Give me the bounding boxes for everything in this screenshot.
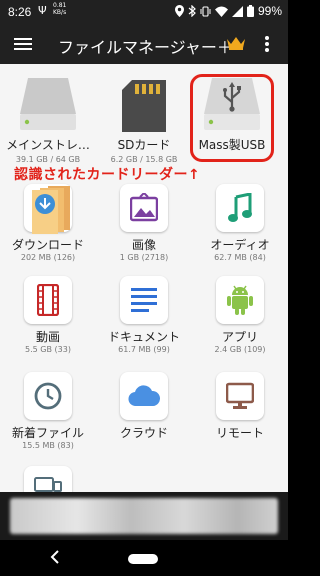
audio-tile bbox=[216, 184, 264, 232]
category-size: 5.5 GB (33) bbox=[25, 345, 71, 354]
cloud-icon bbox=[128, 385, 160, 407]
app-title: ファイルマネージャー＋ bbox=[58, 38, 233, 57]
signal-icon bbox=[231, 5, 243, 17]
drive-usage: 39.1 GB / 64 GB bbox=[15, 155, 81, 164]
sd-card-icon bbox=[122, 80, 166, 132]
download-tile bbox=[24, 184, 72, 234]
vibrate-icon bbox=[200, 5, 211, 17]
more-tile bbox=[24, 466, 72, 492]
folder-download-icon bbox=[32, 186, 70, 234]
home-content: メインストレ… 39.1 GB / 64 GB SDカード 6.2 GB / 1… bbox=[0, 64, 288, 492]
hdd-icon bbox=[20, 78, 76, 130]
menu-icon[interactable] bbox=[14, 35, 32, 53]
category-label: ダウンロード bbox=[11, 238, 84, 252]
status-time: 8:26 bbox=[8, 5, 32, 19]
android-icon bbox=[227, 285, 253, 315]
status-icons: 99% bbox=[174, 4, 282, 18]
location-icon bbox=[174, 5, 184, 17]
ad-image-blurred bbox=[10, 498, 278, 534]
apps-tile bbox=[216, 276, 264, 324]
home-pill[interactable] bbox=[128, 554, 158, 564]
category-label: リモート bbox=[215, 426, 264, 440]
category-label: ドキュメント bbox=[107, 330, 180, 344]
app-bar: ファイルマネージャー＋ bbox=[0, 24, 288, 64]
clock-icon bbox=[34, 382, 62, 410]
images-tile bbox=[120, 184, 168, 232]
video-tile bbox=[24, 276, 72, 324]
crown-icon[interactable] bbox=[226, 36, 246, 50]
category-label: 動画 bbox=[35, 330, 60, 344]
category-label: アプリ bbox=[221, 330, 258, 344]
category-label: オーディオ bbox=[210, 238, 270, 252]
image-icon bbox=[130, 193, 158, 222]
film-icon bbox=[37, 284, 59, 316]
category-label: クラウド bbox=[119, 426, 168, 440]
category-size: 1 GB (2718) bbox=[119, 253, 169, 262]
recent-tile bbox=[24, 372, 72, 420]
category-size: 2.4 GB (109) bbox=[214, 345, 266, 354]
category-size: 62.7 MB (84) bbox=[214, 253, 266, 262]
document-lines-icon bbox=[131, 288, 157, 312]
status-bar: 8:26 Ψ 0.81 KB/s 99% bbox=[0, 0, 288, 24]
category-size: 61.7 MB (99) bbox=[118, 345, 170, 354]
network-speed-unit: KB/s bbox=[53, 9, 67, 16]
category-label: 新着ファイル bbox=[11, 426, 84, 440]
usb-icon: Ψ bbox=[38, 4, 47, 17]
category-size: 15.5 MB (83) bbox=[22, 441, 74, 450]
devices-icon bbox=[34, 477, 62, 492]
battery-percent: 99% bbox=[257, 4, 282, 18]
network-speed-value: 0.81 bbox=[53, 2, 67, 9]
documents-tile bbox=[120, 276, 168, 324]
monitor-icon bbox=[226, 382, 254, 409]
category-label: 画像 bbox=[131, 238, 156, 252]
drive-usage: 6.2 GB / 15.8 GB bbox=[110, 155, 178, 164]
bluetooth-icon bbox=[188, 5, 196, 17]
music-note-icon bbox=[228, 193, 252, 222]
drive-label: メインストレ… bbox=[6, 138, 90, 152]
category-size: 202 MB (126) bbox=[20, 253, 76, 262]
remote-tile bbox=[216, 372, 264, 420]
ad-banner[interactable] bbox=[0, 492, 288, 540]
usb-highlight-box bbox=[190, 74, 274, 162]
system-nav-bar bbox=[0, 540, 288, 576]
more-vert-icon[interactable] bbox=[264, 34, 270, 54]
back-icon[interactable] bbox=[50, 550, 60, 564]
battery-icon bbox=[246, 5, 254, 17]
network-speed: 0.81 KB/s bbox=[53, 2, 69, 16]
annotation-text: 認識されたカードリーダー↑ bbox=[14, 167, 201, 183]
cloud-tile bbox=[120, 372, 168, 420]
wifi-icon bbox=[214, 6, 228, 17]
